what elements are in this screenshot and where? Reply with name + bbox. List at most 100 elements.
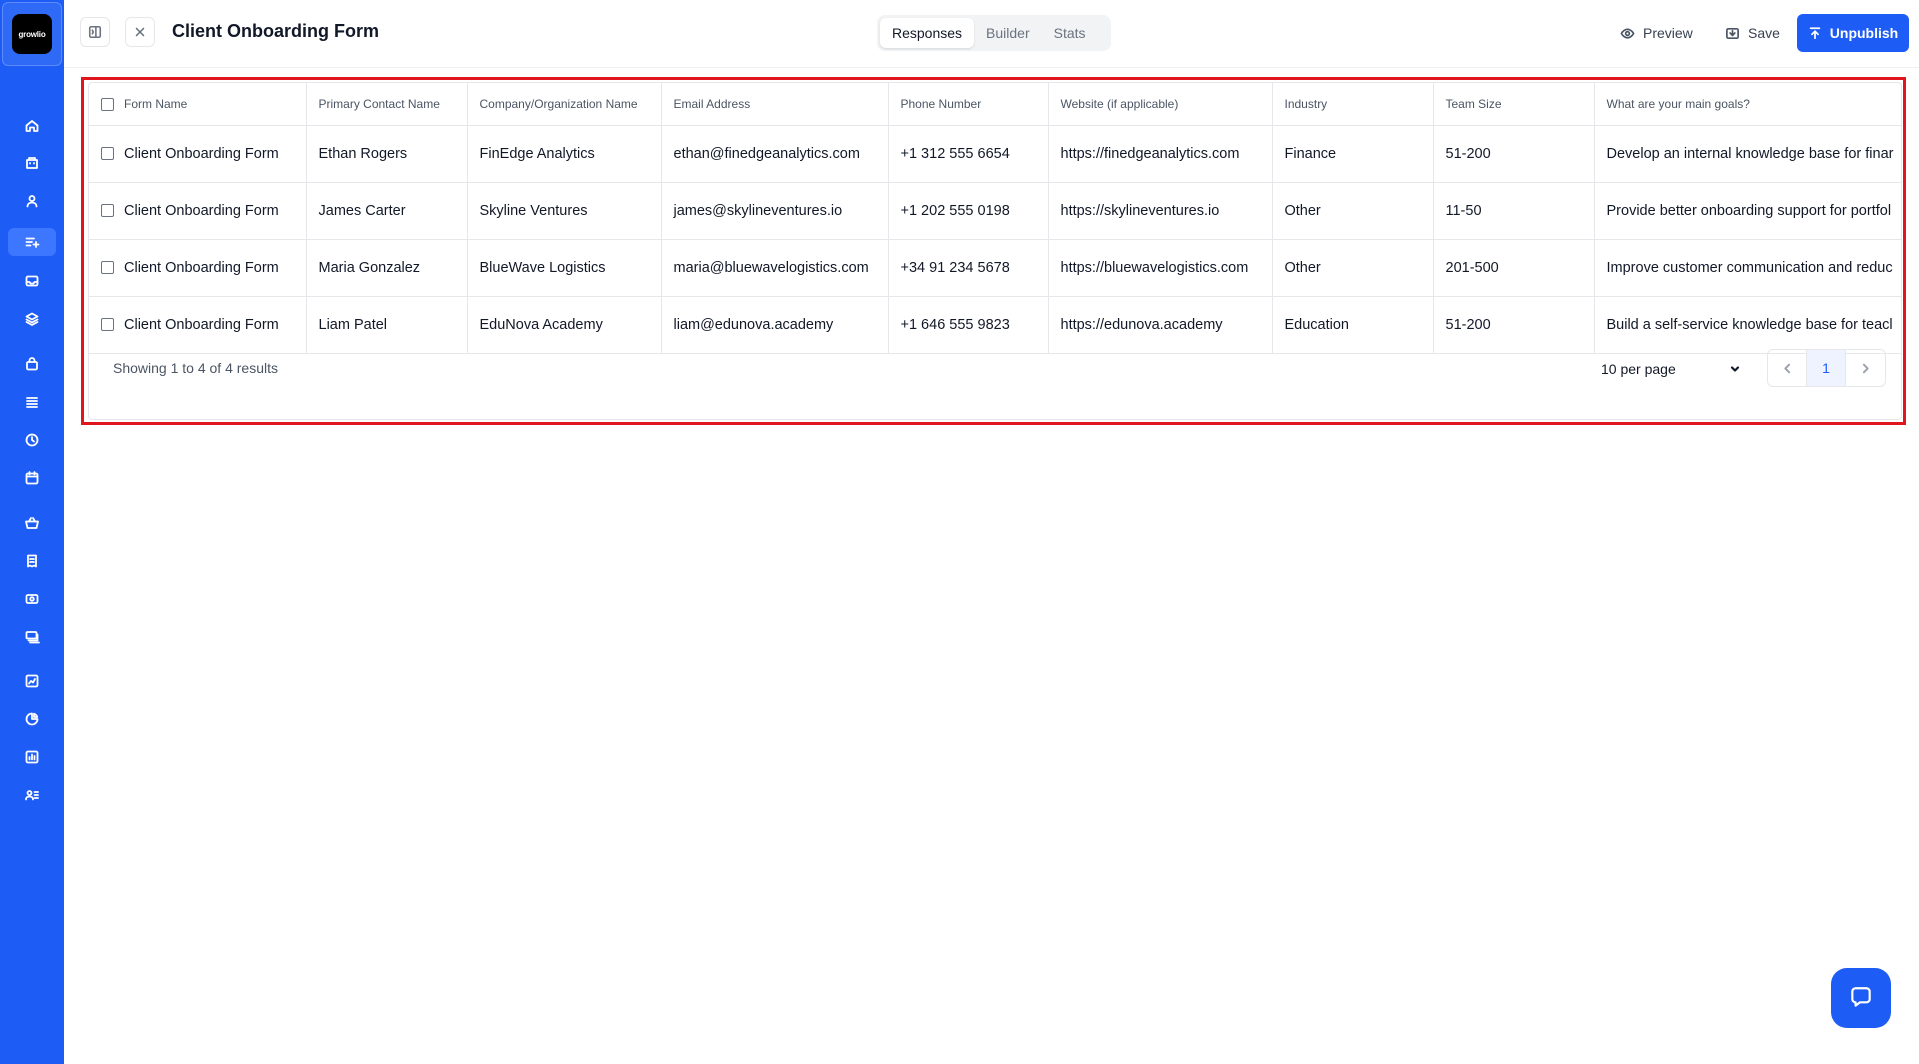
- sidebar-item-receipt[interactable]: [16, 547, 48, 575]
- table-cell: Finance: [1272, 125, 1434, 183]
- cell-value: +1 202 555 0198: [900, 202, 1010, 219]
- cell-value: FinEdge Analytics: [479, 145, 595, 162]
- sidebar-item-chart[interactable]: [16, 667, 48, 695]
- cell-value: Education: [1284, 316, 1350, 333]
- column-header[interactable]: Primary Contact Name: [306, 83, 468, 126]
- sidebar-item-list[interactable]: [16, 388, 48, 416]
- users-list-icon: [25, 790, 39, 801]
- tab-stats[interactable]: Stats: [1042, 18, 1098, 48]
- sidebar-item-clock[interactable]: [16, 426, 48, 454]
- list-icon: [26, 397, 38, 408]
- column-header[interactable]: Form Name: [89, 83, 307, 126]
- prev-page-button[interactable]: [1768, 350, 1807, 386]
- column-header[interactable]: Website (if applicable): [1048, 83, 1273, 126]
- cell-value: 51-200: [1445, 145, 1491, 162]
- table-row[interactable]: Client Onboarding Form Ethan Rogers FinEdg…: [89, 125, 1901, 183]
- per-page-select[interactable]: 10 per page: [1601, 361, 1741, 377]
- column-header-label: Website (if applicable): [1060, 96, 1179, 111]
- sidebar-item-home[interactable]: [16, 112, 48, 140]
- table-cell: BlueWave Logistics: [467, 239, 662, 297]
- sidebar-item-users-list[interactable]: [16, 781, 48, 809]
- row-checkbox[interactable]: [101, 261, 114, 275]
- column-header[interactable]: What are your main goals?: [1594, 83, 1901, 126]
- column-header[interactable]: Industry: [1272, 83, 1434, 126]
- user-icon: [26, 195, 38, 208]
- sidebar-item-bag[interactable]: [16, 350, 48, 378]
- cell-value: https://edunova.academy: [1060, 316, 1223, 333]
- cell-value: ethan@finedgeanalytics.com: [673, 145, 860, 162]
- eye-icon: [1620, 27, 1635, 39]
- receipt-icon: [27, 554, 37, 568]
- column-header[interactable]: Team Size: [1433, 83, 1595, 126]
- table-row[interactable]: Client Onboarding Form James Carter Skylin…: [89, 182, 1901, 240]
- tab-builder[interactable]: Builder: [974, 18, 1042, 48]
- save-button[interactable]: Save: [1725, 16, 1780, 50]
- cell-value: james@skylineventures.io: [673, 202, 843, 219]
- column-header-label: Primary Contact Name: [318, 96, 440, 111]
- sidebar-item-layers[interactable]: [16, 305, 48, 333]
- tab-responses[interactable]: Responses: [880, 18, 975, 48]
- sidebar-item-stack[interactable]: [16, 623, 48, 651]
- table-row[interactable]: Client Onboarding Form Maria Gonzalez Blue…: [89, 239, 1901, 297]
- table-cell: Client Onboarding Form: [89, 239, 307, 297]
- cell-value: 201-500: [1445, 259, 1499, 276]
- responses-table-card: Form Name Primary Contact Name Company/Org…: [88, 82, 1902, 420]
- cell-value: Provide better onboarding support for po…: [1606, 202, 1892, 219]
- unpublish-label: Unpublish: [1829, 25, 1899, 41]
- pagination: 1: [1767, 349, 1886, 387]
- table-cell: +34 91 234 5678: [888, 239, 1049, 297]
- close-button[interactable]: [125, 17, 155, 47]
- column-header-label: Team Size: [1445, 96, 1502, 111]
- row-checkbox[interactable]: [101, 204, 114, 218]
- sidebar-item-inbox[interactable]: [16, 267, 48, 295]
- cell-value: BlueWave Logistics: [479, 259, 606, 276]
- column-header[interactable]: Email Address: [661, 83, 889, 126]
- cell-value: Ethan Rogers: [318, 145, 408, 162]
- next-page-button[interactable]: [1846, 350, 1885, 386]
- stack-icon: [25, 631, 40, 644]
- column-header[interactable]: Phone Number: [888, 83, 1049, 126]
- report-icon: [25, 750, 39, 764]
- panel-icon: [88, 25, 102, 39]
- row-checkbox[interactable]: [101, 318, 114, 332]
- unpublish-button[interactable]: Unpublish: [1797, 14, 1909, 52]
- select-all-checkbox[interactable]: [101, 97, 114, 111]
- table-cell: Skyline Ventures: [467, 182, 662, 240]
- column-header[interactable]: Company/Organization Name: [467, 83, 662, 126]
- page-button-current[interactable]: 1: [1807, 350, 1846, 386]
- support-chat-button[interactable]: [1831, 968, 1891, 1028]
- sidebar-item-buildings[interactable]: [16, 149, 48, 177]
- cell-value: Improve customer communication and reduc: [1606, 259, 1893, 276]
- cell-value: liam@edunova.academy: [673, 316, 834, 333]
- page-title: Client Onboarding Form: [172, 21, 379, 41]
- column-header-label: Form Name: [124, 96, 188, 111]
- toggle-sidebar-button[interactable]: [80, 17, 110, 47]
- sidebar-item-report[interactable]: [16, 743, 48, 771]
- table-cell: Provide better onboarding support for po…: [1594, 182, 1901, 240]
- column-header-label: Industry: [1284, 96, 1328, 111]
- sidebar-item-form-list[interactable]: [8, 228, 56, 256]
- logo-button[interactable]: growlio: [2, 2, 62, 66]
- clock-icon: [25, 433, 39, 447]
- sidebar-item-pie[interactable]: [16, 705, 48, 733]
- cell-value: +1 646 555 9823: [900, 316, 1010, 333]
- column-header-label: What are your main goals?: [1606, 96, 1750, 111]
- sidebar-item-coupon[interactable]: [16, 585, 48, 613]
- column-header-label: Phone Number: [900, 96, 982, 111]
- preview-button[interactable]: Preview: [1620, 16, 1693, 50]
- table-cell: 51-200: [1433, 125, 1595, 183]
- sidebar-item-user[interactable]: [16, 187, 48, 215]
- sidebar-item-calendar[interactable]: [16, 464, 48, 492]
- chat-icon: [1851, 987, 1871, 1007]
- cell-value: https://finedgeanalytics.com: [1060, 145, 1240, 162]
- table-cell: Improve customer communication and reduc: [1594, 239, 1901, 297]
- cell-value: Other: [1284, 259, 1321, 276]
- pie-icon: [25, 712, 39, 726]
- table-cell: ethan@finedgeanalytics.com: [661, 125, 889, 183]
- cell-value: Finance: [1284, 145, 1337, 162]
- row-checkbox[interactable]: [101, 147, 114, 161]
- upload-icon: [1809, 27, 1821, 40]
- sidebar-item-basket[interactable]: [16, 509, 48, 537]
- form-list-icon: [25, 237, 40, 248]
- table-cell: Other: [1272, 182, 1434, 240]
